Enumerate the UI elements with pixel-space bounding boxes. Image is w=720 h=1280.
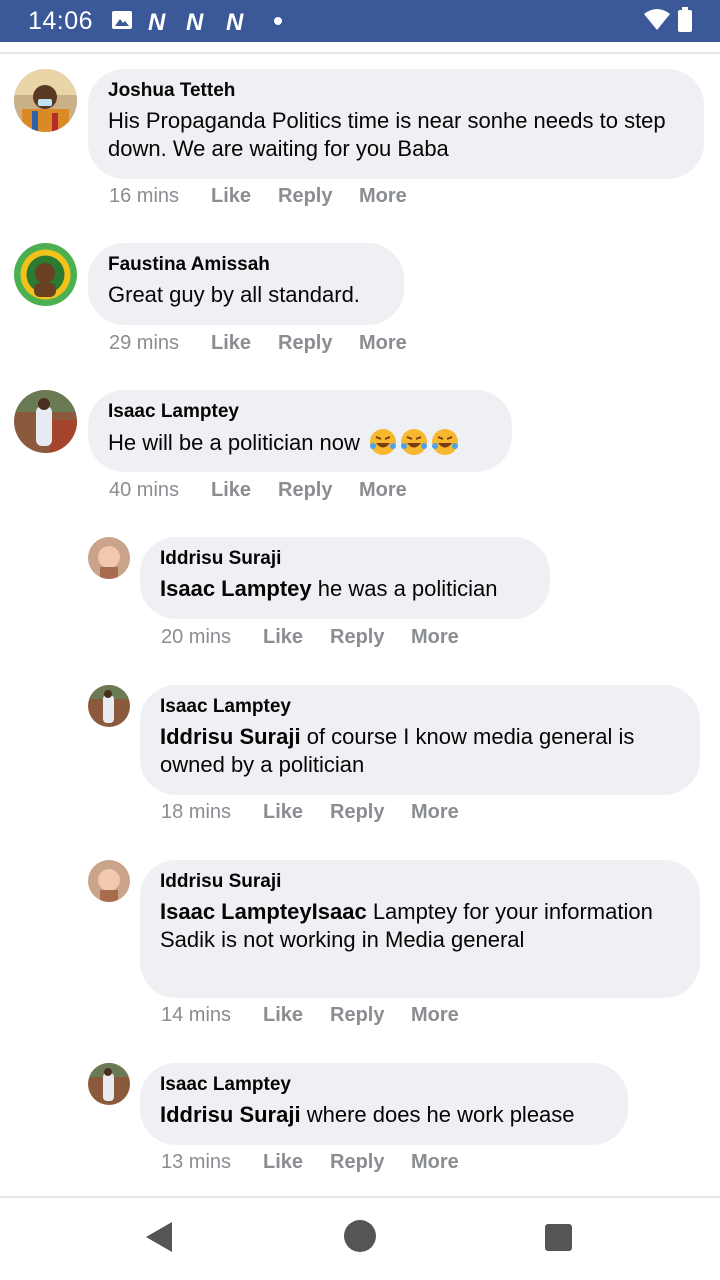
reply-button[interactable]: Reply <box>278 479 332 502</box>
more-button[interactable]: More <box>359 332 407 355</box>
avatar[interactable] <box>88 1063 130 1105</box>
comment-actions: 40 mins Like Reply More <box>109 479 509 505</box>
more-button[interactable]: More <box>411 1004 459 1027</box>
rofl-emoji <box>432 429 459 455</box>
comment-time[interactable]: 14 mins <box>161 1004 231 1027</box>
home-icon[interactable] <box>344 1220 376 1252</box>
comment-author[interactable]: Isaac Lamptey <box>160 1073 608 1097</box>
mention-link[interactable]: Isaac LampteyIsaac <box>160 899 367 924</box>
comment-text: His Propaganda Politics time is near son… <box>108 108 666 161</box>
n-app-icon: N <box>186 9 203 36</box>
comment-bubble: Iddrisu Suraji Isaac Lamptey he was a po… <box>140 537 550 619</box>
comment-author[interactable]: Faustina Amissah <box>108 253 384 277</box>
comment-author[interactable]: Joshua Tetteh <box>108 79 684 103</box>
reply-button[interactable]: Reply <box>330 626 384 649</box>
comment-author[interactable]: Iddrisu Suraji <box>160 547 530 571</box>
comment-actions: 20 mins Like Reply More <box>161 626 561 652</box>
status-bar: 14:06 N N N <box>0 0 720 42</box>
comment-text: Isaac LampteyIsaac Lamptey for your info… <box>160 899 653 952</box>
comment-time[interactable]: 29 mins <box>109 332 179 355</box>
avatar[interactable] <box>14 243 77 306</box>
status-time: 14:06 <box>28 7 94 35</box>
comment-time[interactable]: 40 mins <box>109 479 179 502</box>
reply-button[interactable]: Reply <box>278 332 332 355</box>
like-button[interactable]: Like <box>263 1151 303 1174</box>
like-button[interactable]: Like <box>263 801 303 824</box>
comment-bubble: Isaac Lamptey He will be a politician no… <box>88 390 512 472</box>
avatar[interactable] <box>88 685 130 727</box>
battery-icon <box>678 7 692 32</box>
more-button[interactable]: More <box>359 185 407 208</box>
comment-author[interactable]: Isaac Lamptey <box>160 695 680 719</box>
more-button[interactable]: More <box>411 626 459 649</box>
comment-time[interactable]: 20 mins <box>161 626 231 649</box>
comment-actions: 29 mins Like Reply More <box>109 332 509 358</box>
comment-actions: 13 mins Like Reply More <box>161 1151 561 1177</box>
rofl-emoji <box>401 429 428 455</box>
reply-button[interactable]: Reply <box>330 1151 384 1174</box>
notification-dot-icon <box>274 17 282 25</box>
gallery-icon <box>112 11 132 29</box>
comment-time[interactable]: 18 mins <box>161 801 231 824</box>
comment-actions: 18 mins Like Reply More <box>161 801 561 827</box>
back-icon[interactable] <box>146 1222 172 1252</box>
avatar[interactable] <box>88 537 130 579</box>
avatar[interactable] <box>14 390 77 453</box>
recent-apps-icon[interactable] <box>545 1224 572 1251</box>
like-button[interactable]: Like <box>263 1004 303 1027</box>
reply-button[interactable]: Reply <box>330 801 384 824</box>
like-button[interactable]: Like <box>263 626 303 649</box>
more-button[interactable]: More <box>411 801 459 824</box>
more-button[interactable]: More <box>359 479 407 502</box>
rofl-emoji <box>370 429 397 455</box>
top-divider <box>0 52 720 54</box>
comment-author[interactable]: Isaac Lamptey <box>108 400 492 424</box>
comment-text: He will be a politician now <box>108 428 492 457</box>
reply-button[interactable]: Reply <box>330 1004 384 1027</box>
comment-bubble: Isaac Lamptey Iddrisu Suraji where does … <box>140 1063 628 1145</box>
like-button[interactable]: Like <box>211 185 251 208</box>
more-button[interactable]: More <box>411 1151 459 1174</box>
reply-button[interactable]: Reply <box>278 185 332 208</box>
comment-actions: 14 mins Like Reply More <box>161 1004 561 1030</box>
comment-text: Isaac Lamptey he was a politician <box>160 576 498 601</box>
comment-bubble: Faustina Amissah Great guy by all standa… <box>88 243 404 325</box>
mention-link[interactable]: Isaac Lamptey <box>160 576 312 601</box>
comment-text: Iddrisu Suraji where does he work please <box>160 1102 575 1127</box>
mention-link[interactable]: Iddrisu Suraji <box>160 724 301 749</box>
wifi-icon <box>644 9 670 30</box>
comment-time[interactable]: 13 mins <box>161 1151 231 1174</box>
n-app-icon: N <box>148 9 165 36</box>
like-button[interactable]: Like <box>211 332 251 355</box>
comment-author[interactable]: Iddrisu Suraji <box>160 870 680 894</box>
like-button[interactable]: Like <box>211 479 251 502</box>
n-app-icon: N <box>226 9 243 36</box>
comment-actions: 16 mins Like Reply More <box>109 185 509 211</box>
comment-text: Great guy by all standard. <box>108 282 360 307</box>
comment-text: Iddrisu Suraji of course I know media ge… <box>160 724 635 777</box>
avatar[interactable] <box>14 69 77 132</box>
comment-bubble: Iddrisu Suraji Isaac LampteyIsaac Lampte… <box>140 860 700 998</box>
navigation-bar <box>0 1198 720 1280</box>
mention-link[interactable]: Iddrisu Suraji <box>160 1102 301 1127</box>
comment-bubble: Joshua Tetteh His Propaganda Politics ti… <box>88 69 704 179</box>
comment-bubble: Isaac Lamptey Iddrisu Suraji of course I… <box>140 685 700 795</box>
avatar[interactable] <box>88 860 130 902</box>
comment-time[interactable]: 16 mins <box>109 185 179 208</box>
